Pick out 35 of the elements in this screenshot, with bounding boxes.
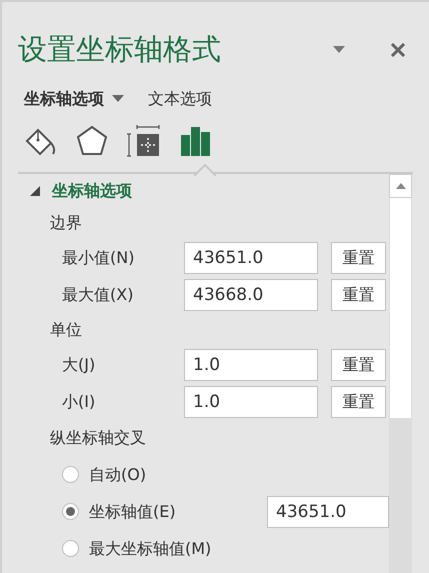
- radio-label: 坐标轴值(E): [89, 500, 177, 522]
- radio-button[interactable]: [62, 466, 79, 483]
- reset-button[interactable]: 重置: [331, 242, 386, 274]
- value-field[interactable]: 43668.0: [184, 278, 318, 310]
- reset-button[interactable]: 重置: [331, 386, 386, 418]
- reset-button[interactable]: 重置: [331, 348, 386, 380]
- scroll-up-icon[interactable]: [396, 183, 406, 189]
- value-field[interactable]: 43651.0: [267, 496, 389, 528]
- value-field[interactable]: 43651.0: [184, 242, 318, 274]
- close-icon[interactable]: [391, 43, 405, 57]
- bar-chart-icon: [179, 124, 213, 158]
- field-label: 最大值(X): [62, 284, 134, 306]
- group-heading: 纵坐标轴交叉: [50, 427, 146, 449]
- value-field[interactable]: 1.0: [184, 348, 318, 380]
- radio-label: 最大坐标轴值(M): [89, 538, 212, 560]
- radio-button[interactable]: [62, 503, 79, 520]
- panel-title: 设置坐标轴格式: [18, 31, 222, 68]
- group-heading: 边界: [50, 212, 82, 234]
- field-label: 最小值(N): [62, 246, 136, 268]
- scrollbar[interactable]: [389, 174, 412, 573]
- field-label: 小(I): [62, 390, 96, 412]
- collapse-triangle-icon[interactable]: [30, 186, 40, 196]
- pentagon-icon: [75, 124, 109, 158]
- options-tab[interactable]: 文本选项: [148, 87, 212, 111]
- reset-button[interactable]: 重置: [331, 278, 386, 310]
- caret-down-icon: [112, 95, 124, 103]
- dropdown-caret-icon[interactable]: [333, 46, 345, 54]
- section-title: 坐标轴选项: [52, 180, 132, 202]
- radio-button[interactable]: [62, 540, 79, 557]
- size-properties-icon: [127, 124, 161, 158]
- options-tab[interactable]: 坐标轴选项: [24, 87, 124, 111]
- field-label: 大(J): [62, 354, 96, 376]
- value-field[interactable]: 1.0: [184, 386, 318, 418]
- radio-label: 自动(O): [89, 464, 148, 486]
- group-heading: 单位: [50, 318, 82, 340]
